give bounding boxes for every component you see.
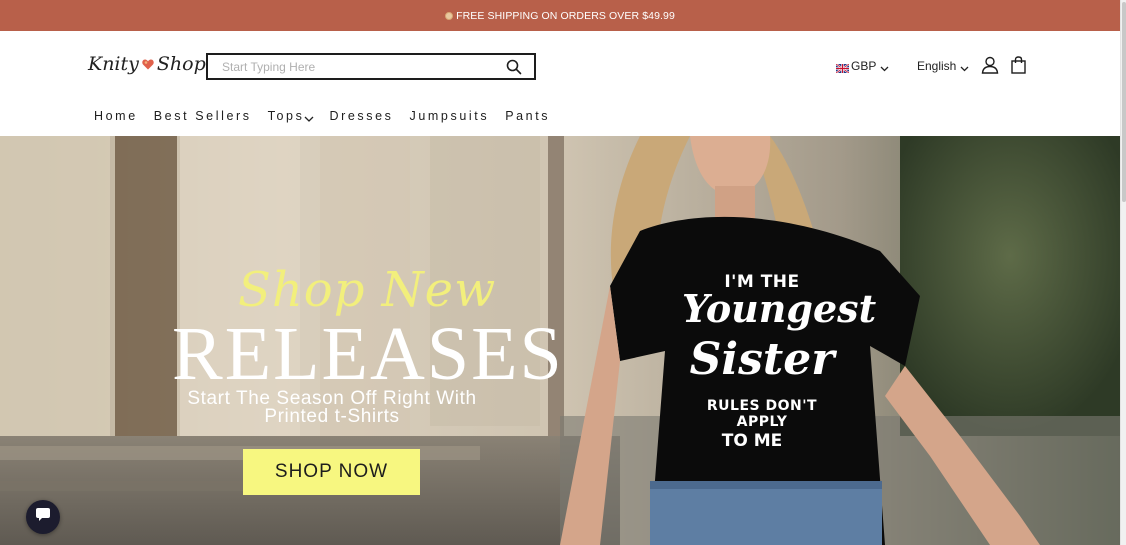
search-input[interactable]: [222, 58, 492, 76]
shop-now-button[interactable]: SHOP NOW: [243, 449, 420, 495]
nav-item-dresses[interactable]: Dresses: [329, 109, 393, 123]
nav-item-pants[interactable]: Pants: [505, 109, 550, 123]
nav-item-tops-label: Tops: [267, 109, 305, 123]
hero-subtitle: Start The Season Off Right With Printed …: [182, 389, 482, 427]
globe-icon: [445, 11, 454, 20]
shirt-print-line3: Sister: [689, 334, 835, 385]
nav-item-tops[interactable]: Tops: [268, 109, 314, 123]
language-label: English: [917, 59, 957, 73]
main-nav: Home Best Sellers Tops Dresses Jumpsuits…: [94, 109, 566, 123]
user-icon[interactable]: [981, 56, 999, 74]
page: FREE SHIPPING ON ORDERS OVER $49.99 Knit…: [0, 0, 1126, 545]
language-selector[interactable]: English: [917, 59, 969, 73]
shirt-print-line5: TO ME: [721, 431, 783, 451]
announcement-text: FREE SHIPPING ON ORDERS OVER $49.99: [456, 9, 675, 22]
hero-script-heading: Shop New: [238, 262, 497, 318]
nav-item-home[interactable]: Home: [94, 109, 138, 123]
heart-logo-icon: [142, 59, 154, 70]
nav-item-best-sellers[interactable]: Best Sellers: [154, 109, 252, 123]
search-box: [206, 53, 536, 80]
site-logo[interactable]: Knity Shop: [88, 53, 206, 75]
scrollbar-thumb[interactable]: [1122, 2, 1126, 202]
shirt-print-line2: Youngest: [682, 286, 877, 331]
chat-icon: [35, 507, 51, 527]
shopping-bag-icon[interactable]: [1011, 56, 1026, 74]
currency-selector[interactable]: GBP: [835, 59, 889, 74]
announcement-bar: FREE SHIPPING ON ORDERS OVER $49.99: [0, 0, 1120, 31]
logo-text-left: Knity: [88, 53, 139, 75]
search-icon[interactable]: [506, 59, 522, 75]
nav-item-jumpsuits[interactable]: Jumpsuits: [410, 109, 490, 123]
currency-label: GBP: [851, 59, 877, 73]
logo-text-right: Shop: [156, 53, 206, 75]
chat-button[interactable]: [26, 500, 60, 534]
chevron-down-icon: [960, 62, 969, 71]
uk-flag-icon: [835, 62, 850, 74]
chevron-down-icon: [304, 112, 314, 122]
hero-banner: Shop New RELEASES Start The Season Off R…: [0, 136, 1120, 545]
hero-subtitle-line2: Printed t-Shirts: [264, 406, 400, 427]
site-header: Knity Shop GBP English: [0, 31, 1120, 136]
hero-title: RELEASES: [172, 312, 564, 396]
page-scrollbar[interactable]: [1120, 0, 1126, 545]
chevron-down-icon: [880, 62, 889, 71]
shirt-print-line4: RULES DON'T APPLY: [706, 398, 818, 430]
